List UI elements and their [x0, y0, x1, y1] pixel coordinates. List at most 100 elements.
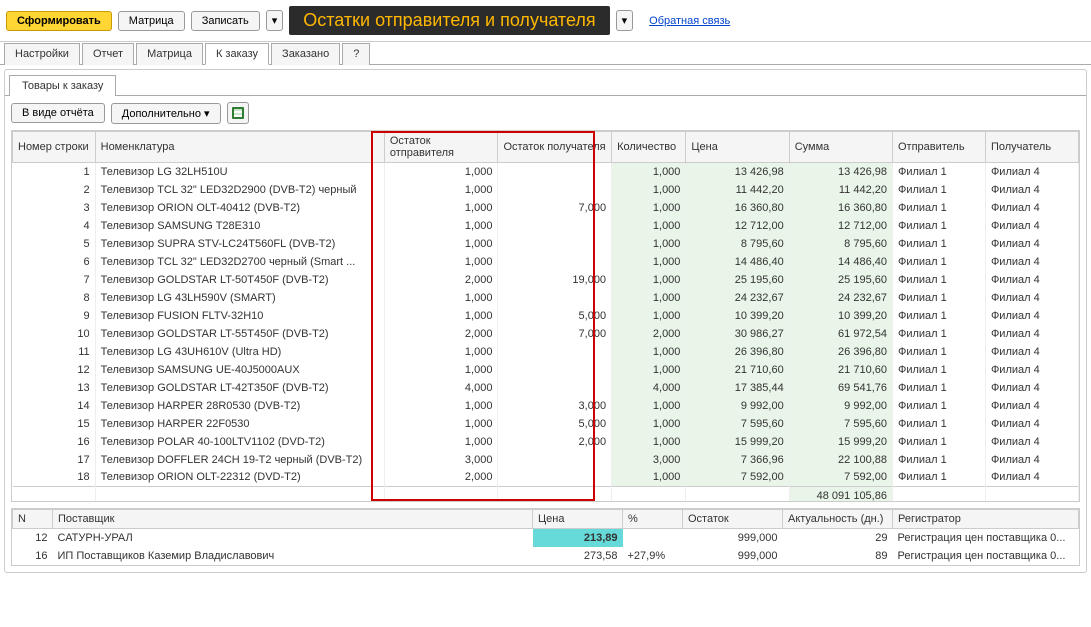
save-dropdown[interactable]: ▾ [266, 10, 284, 31]
table-row[interactable]: 16Телевизор POLAR 40-100LTV1102 (DVD-T2)… [13, 433, 1079, 451]
table-row[interactable]: 12Телевизор SAMSUNG UE-40J5000AUX1,0001,… [13, 361, 1079, 379]
table-row[interactable]: 4Телевизор SAMSUNG T28E3101,0001,00012 7… [13, 217, 1079, 235]
cell-sender: Филиал 1 [892, 433, 985, 451]
sub-tabs: Товары к заказу [5, 70, 1086, 96]
bcol-relevance[interactable]: Актуальность (дн.) [783, 510, 893, 529]
tab-ordered[interactable]: Заказано [271, 43, 340, 65]
cell-sender: Филиал 1 [892, 325, 985, 343]
cell-receiver: Филиал 4 [985, 379, 1078, 397]
supplier-grid-header: N Поставщик Цена % Остаток Актуальность … [13, 510, 1079, 529]
supplier-grid: N Поставщик Цена % Остаток Актуальность … [12, 509, 1079, 565]
cell-receiver: Филиал 4 [985, 289, 1078, 307]
col-quantity[interactable]: Количество [612, 132, 686, 163]
cell-price: 8 795,60 [686, 235, 789, 253]
cell-receiver-stock [498, 253, 612, 271]
bcell-percent: +27,9% [623, 547, 683, 565]
col-sum[interactable]: Сумма [789, 132, 892, 163]
col-row-num[interactable]: Номер строки [13, 132, 96, 163]
additional-button[interactable]: Дополнительно ▾ [111, 103, 221, 124]
cell-sender-stock: 1,000 [384, 361, 498, 379]
table-row[interactable]: 15Телевизор HARPER 22F05301,0005,0001,00… [13, 415, 1079, 433]
goods-grid: Номер строки Номенклатура Остаток отправ… [12, 131, 1079, 501]
col-sender-stock[interactable]: Остаток отправителя [384, 132, 498, 163]
cell-sender: Филиал 1 [892, 397, 985, 415]
col-receiver[interactable]: Получатель [985, 132, 1078, 163]
cell-sender-stock: 1,000 [384, 397, 498, 415]
cell-sender: Филиал 1 [892, 217, 985, 235]
col-receiver-stock[interactable]: Остаток получателя [498, 132, 612, 163]
table-row[interactable]: 7Телевизор GOLDSTAR LT-50T450F (DVB-T2)2… [13, 271, 1079, 289]
table-row[interactable]: 14Телевизор HARPER 28R0530 (DVB-T2)1,000… [13, 397, 1079, 415]
bcol-registrar[interactable]: Регистратор [893, 510, 1079, 529]
feedback-link[interactable]: Обратная связь [649, 15, 730, 27]
report-view-button[interactable]: В виде отчёта [11, 103, 105, 123]
cell-row-num: 16 [13, 433, 96, 451]
banner-dropdown[interactable]: ▾ [616, 10, 634, 31]
cell-row-num: 10 [13, 325, 96, 343]
tab-settings[interactable]: Настройки [4, 43, 80, 65]
bcol-stock[interactable]: Остаток [683, 510, 783, 529]
table-row[interactable]: 9Телевизор FUSION FLTV-32H101,0005,0001,… [13, 307, 1079, 325]
table-row[interactable]: 13Телевизор GOLDSTAR LT-42T350F (DVB-T2)… [13, 379, 1079, 397]
table-row[interactable]: 5Телевизор SUPRA STV-LC24T560FL (DVB-T2)… [13, 235, 1079, 253]
matrix-button[interactable]: Матрица [118, 11, 185, 31]
table-row[interactable]: 8Телевизор LG 43LH590V (SMART)1,0001,000… [13, 289, 1079, 307]
goods-grid-scroll[interactable]: Номер строки Номенклатура Остаток отправ… [12, 131, 1079, 501]
bcell-stock: 999,000 [683, 547, 783, 565]
cell-sender-stock: 3,000 [384, 451, 498, 469]
cell-sum: 16 360,80 [789, 199, 892, 217]
cell-quantity: 1,000 [612, 307, 686, 325]
cell-sender: Филиал 1 [892, 199, 985, 217]
cell-nomenclature: Телевизор GOLDSTAR LT-55T450F (DVB-T2) [95, 325, 384, 343]
cell-receiver: Филиал 4 [985, 343, 1078, 361]
cell-sender: Филиал 1 [892, 289, 985, 307]
bcol-n[interactable]: N [13, 510, 53, 529]
tab-matrix[interactable]: Матрица [136, 43, 203, 65]
cell-sender: Филиал 1 [892, 361, 985, 379]
save-button[interactable]: Записать [191, 11, 260, 31]
table-row[interactable]: 3Телевизор ORION OLT-40412 (DVB-T2)1,000… [13, 199, 1079, 217]
col-sender[interactable]: Отправитель [892, 132, 985, 163]
table-row[interactable]: 6Телевизор TCL 32" LED32D2700 черный (Sm… [13, 253, 1079, 271]
table-row[interactable]: 1Телевизор LG 32LH510U1,0001,00013 426,9… [13, 163, 1079, 181]
cell-receiver: Филиал 4 [985, 217, 1078, 235]
cell-nomenclature: Телевизор SAMSUNG T28E310 [95, 217, 384, 235]
total-sum: 48 091 105,86 [789, 487, 892, 502]
cell-quantity: 1,000 [612, 433, 686, 451]
cell-price: 13 426,98 [686, 163, 789, 181]
tab-report[interactable]: Отчет [82, 43, 134, 65]
bcol-supplier[interactable]: Поставщик [53, 510, 533, 529]
tab-goods-to-order[interactable]: Товары к заказу [9, 75, 116, 96]
table-row[interactable]: 11Телевизор LG 43UH610V (Ultra HD)1,0001… [13, 343, 1079, 361]
cell-receiver-stock [498, 343, 612, 361]
cell-quantity: 1,000 [612, 289, 686, 307]
cell-receiver: Филиал 4 [985, 181, 1078, 199]
table-row[interactable]: 2Телевизор TCL 32" LED32D2900 (DVB-T2) ч… [13, 181, 1079, 199]
cell-nomenclature: Телевизор GOLDSTAR LT-42T350F (DVB-T2) [95, 379, 384, 397]
cell-receiver: Филиал 4 [985, 433, 1078, 451]
table-row[interactable]: 17Телевизор DOFFLER 24CH 19-T2 черный (D… [13, 451, 1079, 469]
supplier-row[interactable]: 16ИП Поставщиков Каземир Владиславович27… [13, 547, 1079, 565]
excel-export-icon[interactable] [227, 102, 249, 124]
cell-price: 14 486,40 [686, 253, 789, 271]
bcol-price[interactable]: Цена [533, 510, 623, 529]
form-button[interactable]: Сформировать [6, 11, 112, 31]
cell-quantity: 1,000 [612, 469, 686, 487]
cell-receiver-stock [498, 163, 612, 181]
table-row[interactable]: 18Телевизор ORION OLT-22312 (DVD-T2)2,00… [13, 469, 1079, 487]
tab-to-order[interactable]: К заказу [205, 43, 269, 65]
cell-price: 11 442,20 [686, 181, 789, 199]
col-price[interactable]: Цена [686, 132, 789, 163]
col-nomenclature[interactable]: Номенклатура [95, 132, 384, 163]
cell-sender-stock: 1,000 [384, 433, 498, 451]
cell-sender-stock: 1,000 [384, 253, 498, 271]
supplier-row[interactable]: 12САТУРН-УРАЛ213,89999,00029Регистрация … [13, 529, 1079, 547]
tab-help[interactable]: ? [342, 43, 370, 65]
bcol-percent[interactable]: % [623, 510, 683, 529]
cell-receiver-stock: 7,000 [498, 325, 612, 343]
cell-receiver-stock [498, 361, 612, 379]
cell-receiver: Филиал 4 [985, 235, 1078, 253]
table-row[interactable]: 10Телевизор GOLDSTAR LT-55T450F (DVB-T2)… [13, 325, 1079, 343]
cell-nomenclature: Телевизор ORION OLT-40412 (DVB-T2) [95, 199, 384, 217]
cell-price: 17 385,44 [686, 379, 789, 397]
